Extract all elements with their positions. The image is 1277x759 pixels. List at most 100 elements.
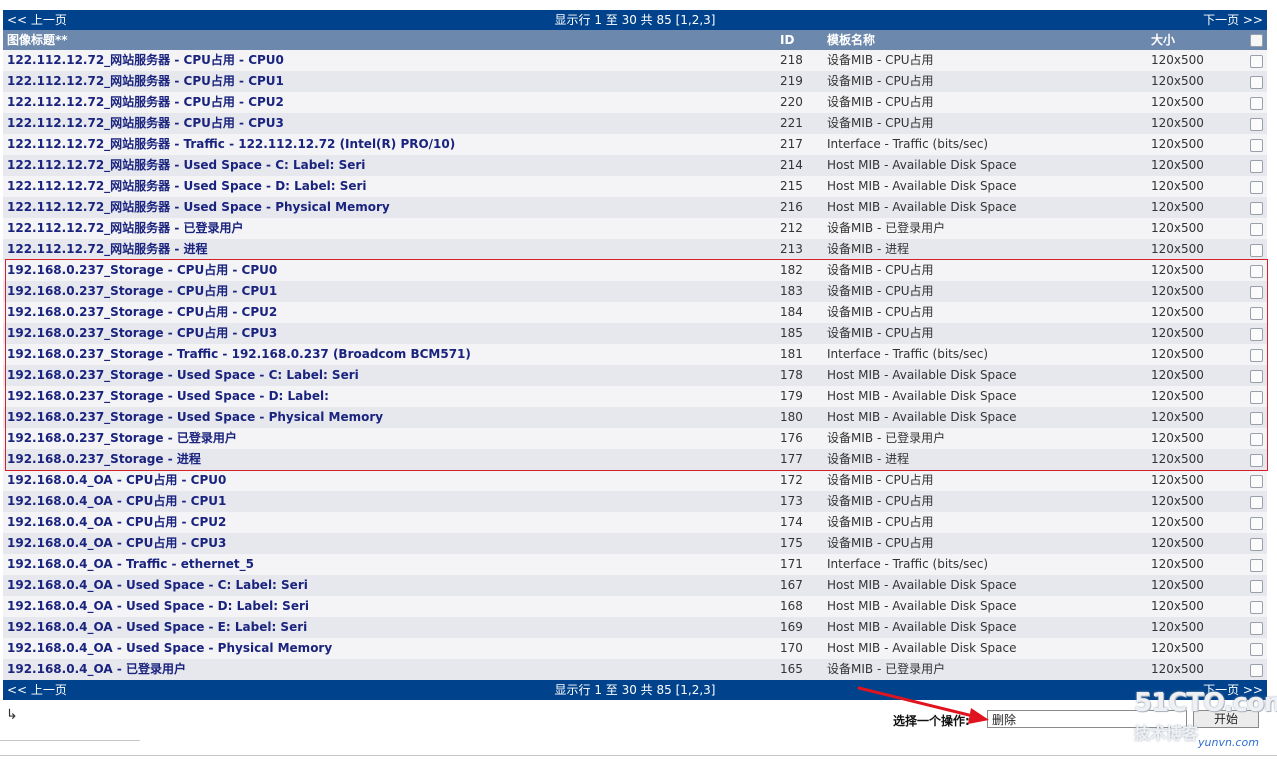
column-header-size[interactable]: 大小 (1151, 30, 1175, 50)
graph-title-link[interactable]: 192.168.0.237_Storage - Traffic - 192.16… (7, 344, 471, 365)
go-button[interactable]: 开始 (1193, 710, 1259, 728)
graph-title-link[interactable]: 192.168.0.4_OA - Traffic - ethernet_5 (7, 554, 254, 575)
graph-title-link[interactable]: 192.168.0.237_Storage - CPU占用 - CPU3 (7, 323, 277, 344)
graph-title-link[interactable]: 122.112.12.72_网站服务器 - CPU占用 - CPU3 (7, 113, 284, 134)
table-row[interactable]: 122.112.12.72_网站服务器 - 进程 213 设备MIB - 进程 120… (3, 239, 1267, 260)
table-row[interactable]: 192.168.0.237_Storage - CPU占用 - CPU0 182 设… (3, 260, 1267, 281)
graph-title-link[interactable]: 192.168.0.4_OA - CPU占用 - CPU3 (7, 533, 226, 554)
row-checkbox[interactable] (1250, 622, 1263, 635)
graph-title-link[interactable]: 122.112.12.72_网站服务器 - Traffic - 122.112.… (7, 134, 455, 155)
table-row[interactable]: 122.112.12.72_网站服务器 - CPU占用 - CPU1 219 设备M… (3, 71, 1267, 92)
table-row[interactable]: 122.112.12.72_网站服务器 - 已登录用户 212 设备MIB - 已登… (3, 218, 1267, 239)
table-row[interactable]: 192.168.0.4_OA - CPU占用 - CPU2 174 设备MIB - … (3, 512, 1267, 533)
graph-title-link[interactable]: 122.112.12.72_网站服务器 - Used Space - Physi… (7, 197, 390, 218)
row-checkbox[interactable] (1250, 76, 1263, 89)
table-row[interactable]: 192.168.0.237_Storage - Traffic - 192.16… (3, 344, 1267, 365)
row-checkbox[interactable] (1250, 139, 1263, 152)
next-page-link[interactable]: 下一页 >> (1203, 10, 1263, 30)
graph-title-link[interactable]: 192.168.0.237_Storage - 进程 (7, 449, 201, 470)
table-row[interactable]: 122.112.12.72_网站服务器 - CPU占用 - CPU0 218 设备M… (3, 50, 1267, 71)
row-checkbox[interactable] (1250, 601, 1263, 614)
graph-title-link[interactable]: 192.168.0.4_OA - CPU占用 - CPU2 (7, 512, 226, 533)
table-row[interactable]: 192.168.0.4_OA - Used Space - Physical M… (3, 638, 1267, 659)
graph-title-link[interactable]: 192.168.0.4_OA - Used Space - Physical M… (7, 638, 332, 659)
row-checkbox[interactable] (1250, 55, 1263, 68)
action-select[interactable]: 删除 (987, 710, 1187, 728)
table-row[interactable]: 122.112.12.72_网站服务器 - CPU占用 - CPU2 220 设备M… (3, 92, 1267, 113)
column-header-title[interactable]: 图像标题** (7, 30, 68, 50)
row-checkbox[interactable] (1250, 118, 1263, 131)
table-row[interactable]: 192.168.0.237_Storage - 进程 177 设备MIB - 进程 1… (3, 449, 1267, 470)
graph-title-link[interactable]: 122.112.12.72_网站服务器 - CPU占用 - CPU2 (7, 92, 284, 113)
row-checkbox[interactable] (1250, 97, 1263, 110)
graph-title-link[interactable]: 192.168.0.237_Storage - Used Space - Phy… (7, 407, 383, 428)
row-checkbox[interactable] (1250, 160, 1263, 173)
row-checkbox[interactable] (1250, 643, 1263, 656)
table-row[interactable]: 122.112.12.72_网站服务器 - Used Space - C: La… (3, 155, 1267, 176)
graph-title-link[interactable]: 192.168.0.237_Storage - CPU占用 - CPU2 (7, 302, 277, 323)
column-header-template[interactable]: 模板名称 (827, 30, 875, 50)
table-row[interactable]: 192.168.0.4_OA - Used Space - D: Label: … (3, 596, 1267, 617)
row-checkbox[interactable] (1250, 223, 1263, 236)
table-row[interactable]: 192.168.0.4_OA - 已登录用户 165 设备MIB - 已登录用户 12… (3, 659, 1267, 680)
graph-title-link[interactable]: 122.112.12.72_网站服务器 - Used Space - C: La… (7, 155, 365, 176)
graph-title-link[interactable]: 192.168.0.237_Storage - CPU占用 - CPU1 (7, 281, 277, 302)
table-row[interactable]: 192.168.0.237_Storage - Used Space - C: … (3, 365, 1267, 386)
table-row[interactable]: 192.168.0.4_OA - CPU占用 - CPU3 175 设备MIB - … (3, 533, 1267, 554)
graph-title-link[interactable]: 192.168.0.4_OA - Used Space - E: Label: … (7, 617, 307, 638)
table-row[interactable]: 122.112.12.72_网站服务器 - Used Space - D: La… (3, 176, 1267, 197)
graph-title-link[interactable]: 192.168.0.237_Storage - 已登录用户 (7, 428, 237, 449)
table-row[interactable]: 192.168.0.237_Storage - CPU占用 - CPU2 184 设… (3, 302, 1267, 323)
row-checkbox[interactable] (1250, 475, 1263, 488)
row-checkbox[interactable] (1250, 664, 1263, 677)
row-checkbox[interactable] (1250, 496, 1263, 509)
graph-size: 120x500 (1151, 347, 1204, 361)
row-checkbox[interactable] (1250, 328, 1263, 341)
row-checkbox[interactable] (1250, 559, 1263, 572)
graph-title-link[interactable]: 122.112.12.72_网站服务器 - Used Space - D: La… (7, 176, 367, 197)
column-header-id[interactable]: ID (780, 30, 794, 50)
table-row[interactable]: 192.168.0.237_Storage - CPU占用 - CPU1 183 设… (3, 281, 1267, 302)
row-checkbox[interactable] (1250, 349, 1263, 362)
row-checkbox[interactable] (1250, 370, 1263, 383)
graph-title-link[interactable]: 192.168.0.4_OA - CPU占用 - CPU0 (7, 470, 226, 491)
row-checkbox[interactable] (1250, 307, 1263, 320)
row-checkbox[interactable] (1250, 286, 1263, 299)
graph-title-link[interactable]: 122.112.12.72_网站服务器 - 已登录用户 (7, 218, 244, 239)
graph-title-link[interactable]: 122.112.12.72_网站服务器 - 进程 (7, 239, 208, 260)
row-checkbox[interactable] (1250, 538, 1263, 551)
table-row[interactable]: 192.168.0.4_OA - Traffic - ethernet_5 171… (3, 554, 1267, 575)
graph-title-link[interactable]: 122.112.12.72_网站服务器 - CPU占用 - CPU0 (7, 50, 284, 71)
graph-title-link[interactable]: 192.168.0.237_Storage - CPU占用 - CPU0 (7, 260, 277, 281)
table-row[interactable]: 192.168.0.237_Storage - Used Space - Phy… (3, 407, 1267, 428)
row-checkbox[interactable] (1250, 391, 1263, 404)
row-checkbox[interactable] (1250, 244, 1263, 257)
table-row[interactable]: 192.168.0.4_OA - CPU占用 - CPU1 173 设备MIB - … (3, 491, 1267, 512)
table-row[interactable]: 122.112.12.72_网站服务器 - CPU占用 - CPU3 221 设备M… (3, 113, 1267, 134)
table-row[interactable]: 192.168.0.237_Storage - CPU占用 - CPU3 185 设… (3, 323, 1267, 344)
next-page-link-bottom[interactable]: 下一页 >> (1203, 680, 1263, 700)
graph-title-link[interactable]: 192.168.0.237_Storage - Used Space - C: … (7, 365, 359, 386)
row-checkbox[interactable] (1250, 181, 1263, 194)
graph-title-link[interactable]: 192.168.0.4_OA - CPU占用 - CPU1 (7, 491, 226, 512)
table-row[interactable]: 192.168.0.237_Storage - Used Space - D: … (3, 386, 1267, 407)
row-checkbox[interactable] (1250, 454, 1263, 467)
row-checkbox[interactable] (1250, 433, 1263, 446)
select-all-checkbox[interactable] (1250, 34, 1263, 47)
row-checkbox[interactable] (1250, 580, 1263, 593)
row-checkbox[interactable] (1250, 517, 1263, 530)
row-checkbox[interactable] (1250, 265, 1263, 278)
table-row[interactable]: 122.112.12.72_网站服务器 - Used Space - Physi… (3, 197, 1267, 218)
graph-title-link[interactable]: 192.168.0.4_OA - Used Space - C: Label: … (7, 575, 308, 596)
table-row[interactable]: 192.168.0.4_OA - Used Space - E: Label: … (3, 617, 1267, 638)
graph-title-link[interactable]: 122.112.12.72_网站服务器 - CPU占用 - CPU1 (7, 71, 284, 92)
row-checkbox[interactable] (1250, 412, 1263, 425)
graph-title-link[interactable]: 192.168.0.4_OA - Used Space - D: Label: … (7, 596, 309, 617)
table-row[interactable]: 122.112.12.72_网站服务器 - Traffic - 122.112.… (3, 134, 1267, 155)
table-row[interactable]: 192.168.0.237_Storage - 已登录用户 176 设备MIB - … (3, 428, 1267, 449)
table-row[interactable]: 192.168.0.4_OA - CPU占用 - CPU0 172 设备MIB - … (3, 470, 1267, 491)
graph-title-link[interactable]: 192.168.0.237_Storage - Used Space - D: … (7, 386, 329, 407)
table-row[interactable]: 192.168.0.4_OA - Used Space - C: Label: … (3, 575, 1267, 596)
row-checkbox[interactable] (1250, 202, 1263, 215)
graph-title-link[interactable]: 192.168.0.4_OA - 已登录用户 (7, 659, 186, 680)
